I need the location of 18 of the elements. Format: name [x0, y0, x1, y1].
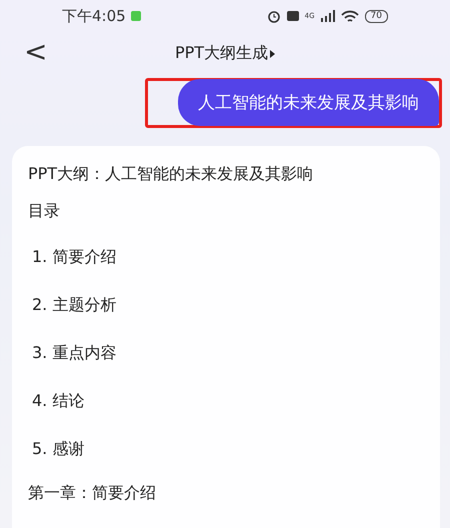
toc-item: 4. 结论: [31, 390, 86, 412]
wifi-icon: [340, 10, 359, 23]
alarm-icon: [266, 9, 281, 24]
signal-icon: [320, 10, 335, 22]
toc-item: 1. 简要介绍: [31, 246, 118, 268]
toc-item: 3. 重点内容: [31, 342, 118, 364]
app-indicator-icon: [130, 11, 141, 22]
chapter-heading: 第一章：简要介绍: [28, 482, 157, 504]
outline-title: PPT大纲：人工智能的未来发展及其影响: [28, 163, 314, 186]
message-bubble: 人工智能的未来发展及其影响: [178, 79, 439, 126]
battery-indicator: 70: [364, 10, 388, 23]
caret-icon: [270, 50, 276, 58]
toc-item: 2. 主题分析: [31, 294, 118, 316]
toc-label: 目录: [28, 200, 61, 222]
status-time: 下午4:05: [62, 6, 126, 26]
toc-item: 5. 感谢: [31, 438, 86, 460]
back-button[interactable]: <: [20, 38, 52, 66]
page-title: PPT大纲生成: [174, 43, 268, 64]
